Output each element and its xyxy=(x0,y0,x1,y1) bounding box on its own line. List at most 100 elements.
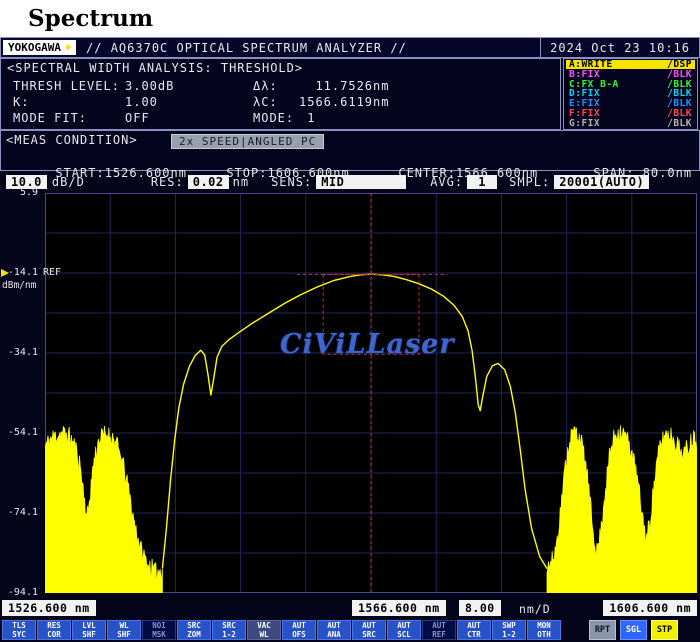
analysis-field: OFF xyxy=(125,111,150,125)
toolbar-button-label: SRC xyxy=(187,621,201,630)
toolbar-button-aut-src[interactable]: AUT SRC xyxy=(352,620,386,640)
toolbar-button-vac-wl[interactable]: VAC WL xyxy=(247,620,281,640)
x-axis-stop-label: 1606.600 nm xyxy=(603,600,697,616)
scale-settings-row: 10.0 dB/D RES: 0.02 nm SENS: MID AVG: 1 … xyxy=(0,172,700,191)
single-sweep-button[interactable]: SGL xyxy=(620,620,647,640)
y-tick-label: -74.1 xyxy=(7,507,38,518)
toolbar: TLS SYC RES COR LVL SHF WL SHF NOI MSK SRC ZOM SRC 1-… xyxy=(0,619,700,641)
toolbar-button-noi-msk[interactable]: NOI MSK xyxy=(142,620,176,640)
trace-row-e[interactable]: E:FIX/BLK xyxy=(566,98,695,109)
toolbar-button-aut-ref[interactable]: AUT REF xyxy=(422,620,456,640)
analysis-row: MODE FIT: OFF MODE: 1 xyxy=(5,110,560,126)
ref-marker-icon xyxy=(1,269,9,277)
toolbar-button-src-zom[interactable]: SRC ZOM xyxy=(177,620,211,640)
ref-label: REF xyxy=(43,267,62,278)
repeat-sweep-button[interactable]: RPT xyxy=(589,620,616,640)
trace-row-c[interactable]: C:FX B-A/BLK xyxy=(566,79,695,90)
instrument-title: // AQ6370C OPTICAL SPECTRUM ANALYZER // xyxy=(86,40,407,55)
analysis-row: THRESH LEVEL: 3.00dB Δλ: 11.7526nm xyxy=(5,78,560,94)
toolbar-button-label: CTR xyxy=(467,630,481,639)
toolbar-button-label: SCL xyxy=(397,630,411,639)
toolbar-button-label: AUT xyxy=(362,621,376,630)
trace-text: G:FIX xyxy=(569,117,601,129)
trace-row-g[interactable]: G:FIX/BLK xyxy=(566,117,695,129)
x-axis-start-label: 1526.600 nm xyxy=(2,600,96,616)
toolbar-button-mon-oth[interactable]: MON OTH xyxy=(527,620,561,640)
header-bar: YOKOGAWA ◆ // AQ6370C OPTICAL SPECTRUM A… xyxy=(0,37,700,58)
x-axis-div-unit: nm/D xyxy=(519,602,551,616)
avg-value: 1 xyxy=(467,174,498,189)
speed-angled-pc-badge: 2x SPEED|ANGLED PC xyxy=(171,134,325,149)
toolbar-main-group: TLS SYC RES COR LVL SHF WL SHF NOI MSK SRC ZOM SRC 1-… xyxy=(2,620,561,640)
level-scale-unit: dB/D xyxy=(51,174,85,189)
toolbar-button-label: TLS xyxy=(12,621,26,630)
spectrum-svg xyxy=(45,193,697,593)
trace-row-f[interactable]: F:FIX/BLK xyxy=(566,108,695,119)
y-axis-unit: dBm/nm xyxy=(2,280,37,291)
toolbar-button-aut-scl[interactable]: AUT SCL xyxy=(387,620,421,640)
toolbar-button-label: SHF xyxy=(82,630,96,639)
sens-label: SENS: xyxy=(271,174,313,189)
brand-diamond-icon: ◆ xyxy=(64,42,72,53)
toolbar-button-label: LVL xyxy=(82,621,96,630)
smpl-label: SMPL: xyxy=(509,174,551,189)
toolbar-button-label: COR xyxy=(47,630,61,639)
toolbar-button-label: MON xyxy=(537,621,551,630)
toolbar-button-label: SRC xyxy=(362,630,376,639)
x-axis-div-value: 8.00 xyxy=(459,600,501,616)
toolbar-button-label: AUT xyxy=(292,621,306,630)
toolbar-button-label: ZOM xyxy=(187,630,201,639)
toolbar-button-label: RES xyxy=(47,621,61,630)
toolbar-button-aut-ana[interactable]: AUT ANA xyxy=(317,620,351,640)
page-title-text: Spectrum xyxy=(28,5,154,32)
toolbar-button-label: MSK xyxy=(152,630,166,639)
analysis-field: 11.7526nm xyxy=(299,79,390,93)
toolbar-button-aut-ofs[interactable]: AUT OFS xyxy=(282,620,316,640)
analysis-heading: <SPECTRAL WIDTH ANALYSIS: THRESHOLD> xyxy=(7,61,304,75)
toolbar-button-aut-ctr[interactable]: AUT CTR xyxy=(457,620,491,640)
analysis-rows: THRESH LEVEL: 3.00dB Δλ: 11.7526nm K: 1.00 λC… xyxy=(5,78,560,126)
toolbar-button-swp-1-2[interactable]: SWP 1-2 xyxy=(492,620,526,640)
trace-text: /BLK xyxy=(667,117,692,129)
toolbar-button-wl-shf[interactable]: WL SHF xyxy=(107,620,141,640)
analysis-row: K: 1.00 λC: 1566.6119nm xyxy=(5,94,560,110)
trace-status-panel: A:WRITE/DSP B:FIX/BLK C:FX B-A/BLK D:FIX/BL… xyxy=(563,58,698,130)
trace-row-b[interactable]: B:FIX/BLK xyxy=(566,69,695,80)
toolbar-button-label: VAC xyxy=(257,621,271,630)
meas-condition-panel: <MEAS CONDITION> 2x SPEED|ANGLED PC STAR… xyxy=(0,130,700,180)
y-tick-label: 5.9 xyxy=(19,187,38,198)
trace-row-d[interactable]: D:FIX/BLK xyxy=(566,88,695,99)
toolbar-button-label: SHF xyxy=(117,630,131,639)
header-datetime: 2024 Oct 23 10:16 xyxy=(540,38,699,57)
toolbar-button-label: SRC xyxy=(222,621,236,630)
analysis-field: 1.00 xyxy=(125,95,158,109)
toolbar-button-label: SYC xyxy=(12,630,26,639)
toolbar-button-src-1-2[interactable]: SRC 1-2 xyxy=(212,620,246,640)
trace-row-a[interactable]: A:WRITE/DSP xyxy=(566,59,695,70)
toolbar-button-label: AUT xyxy=(397,621,411,630)
toolbar-button-label: OTH xyxy=(537,630,551,639)
stop-sweep-button[interactable]: STP xyxy=(651,620,678,640)
res-unit: nm xyxy=(232,174,250,189)
toolbar-button-lvl-shf[interactable]: LVL SHF xyxy=(72,620,106,640)
x-axis-center-label: 1566.600 nm xyxy=(352,600,446,616)
analysis-field: λC: xyxy=(253,95,278,109)
spectral-width-analysis-panel: <SPECTRAL WIDTH ANALYSIS: THRESHOLD> THR… xyxy=(0,58,561,130)
y-tick-label: -54.1 xyxy=(7,427,38,438)
toolbar-button-label: 1-2 xyxy=(222,630,236,639)
toolbar-button-label: AUT xyxy=(327,621,341,630)
page-title: Spectrum xyxy=(0,0,700,37)
toolbar-button-res-cor[interactable]: RES COR xyxy=(37,620,71,640)
toolbar-button-label: NOI xyxy=(152,621,166,630)
toolbar-button-label: REF xyxy=(432,630,446,639)
res-value: 0.02 xyxy=(187,174,229,189)
toolbar-button-label: SWP xyxy=(502,621,516,630)
analysis-field: MODE: xyxy=(253,111,295,125)
analysis-field: 3.00dB xyxy=(125,79,175,93)
toolbar-button-label: WL xyxy=(259,630,269,639)
analysis-field: 1566.6119nm xyxy=(299,95,390,109)
toolbar-button-label: 1-2 xyxy=(502,630,516,639)
toolbar-button-label: WL xyxy=(119,621,129,630)
avg-label: AVG: xyxy=(430,174,464,189)
toolbar-button-tls-syc[interactable]: TLS SYC xyxy=(2,620,36,640)
